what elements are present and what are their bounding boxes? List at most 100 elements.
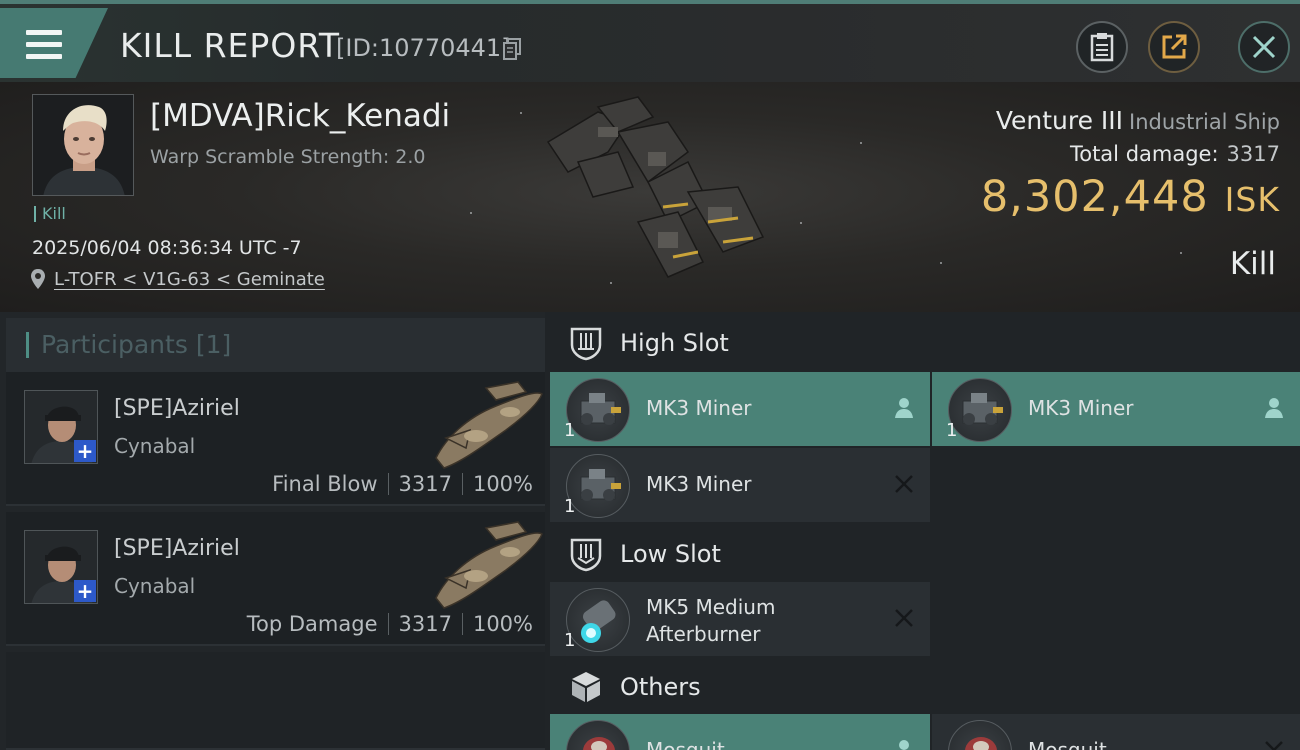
drone-icon <box>948 720 1012 750</box>
warp-scramble-strength: Warp Scramble Strength: 2.0 <box>150 146 426 168</box>
participant-stats: Top Damage 3317 100% <box>247 612 533 636</box>
kill-tag: Kill <box>34 206 66 222</box>
participants-panel: Participants [1] + [SPE]Aziriel Cynabal <box>0 312 545 750</box>
afterburner-icon <box>566 588 630 652</box>
module-quantity: 1 <box>564 630 576 651</box>
kill-timestamp: 2025/06/04 08:36:34 UTC -7 <box>32 237 302 259</box>
person-icon <box>895 398 913 418</box>
share-icon <box>1162 34 1187 59</box>
drone-icon <box>566 720 630 750</box>
isk-amount: 8,302,448 <box>980 172 1209 222</box>
person-icon <box>899 740 909 750</box>
participant-role: Top Damage <box>246 612 378 636</box>
module-name: Mosquit <box>646 738 725 750</box>
page-title: KILL REPORT <box>120 26 340 65</box>
menu-icon[interactable] <box>26 30 62 60</box>
total-damage-label: Total damage: <box>1069 142 1219 166</box>
participant-name[interactable]: [SPE]Aziriel <box>114 536 240 561</box>
participant-stats: Final Blow 3317 100% <box>272 472 533 496</box>
high-slot-icon <box>570 327 602 361</box>
others-header: Others <box>550 657 1300 717</box>
module-name: MK3 Miner <box>646 472 752 496</box>
victim-panel: [MDVA]Rick_Kenadi Warp Scramble Strength… <box>0 82 1300 312</box>
report-id: [ID:10770441] <box>336 34 511 62</box>
miner-icon <box>566 378 630 442</box>
module-item[interactable]: 1 MK5 Medium Afterburner <box>550 582 930 656</box>
close-icon <box>1252 35 1276 59</box>
location-pin-icon <box>31 269 45 289</box>
victim-ship: Venture III Industrial Ship <box>996 106 1280 135</box>
destroyed-x-icon <box>1265 741 1283 750</box>
menu-tab[interactable] <box>0 8 108 78</box>
clipboard-button[interactable] <box>1076 21 1128 73</box>
participant-list-empty-area <box>6 652 545 750</box>
participants-count: [1] <box>195 330 232 359</box>
module-quantity: 1 <box>946 420 958 441</box>
others-label: Others <box>620 673 701 701</box>
fitting-slots-panel: High Slot 1 MK3 Miner 1 MK3 Miner 1 MK3 … <box>545 312 1300 750</box>
plus-badge-icon: + <box>74 580 96 602</box>
location-link[interactable]: L-TOFR < V1G-63 < Geminate <box>30 268 325 290</box>
participant-name[interactable]: [SPE]Aziriel <box>114 396 240 421</box>
plus-badge-icon: + <box>74 440 96 462</box>
copy-icon[interactable] <box>503 38 521 60</box>
location-text[interactable]: L-TOFR < V1G-63 < Geminate <box>54 269 325 290</box>
divider <box>387 613 389 635</box>
cynabal-ship-image <box>435 381 543 469</box>
module-item[interactable]: 1 MK3 Miner <box>550 372 930 446</box>
participants-header: Participants [1] <box>6 318 545 374</box>
module-name: MK3 Miner <box>646 396 752 420</box>
module-quantity: 1 <box>564 420 576 441</box>
module-name: MK3 Miner <box>1028 396 1134 420</box>
participant-row[interactable]: + [SPE]Aziriel Cynabal Final Blow 3317 1… <box>6 372 545 506</box>
isk-unit: ISK <box>1224 180 1280 219</box>
participant-row[interactable]: + [SPE]Aziriel Cynabal Top Damage 3317 1… <box>6 512 545 646</box>
participants-title: Participants [1] <box>26 332 231 358</box>
participant-damage: 3317 <box>398 472 452 496</box>
kill-result: Kill <box>1229 246 1276 282</box>
total-damage: Total damage: 3317 <box>1070 142 1280 166</box>
divider <box>461 613 463 635</box>
header-bar: KILL REPORT [ID:10770441] <box>0 0 1300 82</box>
module-item[interactable]: Mosquit <box>550 714 930 750</box>
high-slot-header: High Slot <box>550 313 1300 373</box>
low-slot-label: Low Slot <box>620 540 721 568</box>
participant-percent: 100% <box>472 472 533 496</box>
module-item[interactable]: 1 MK3 Miner <box>932 372 1300 446</box>
participant-ship: Cynabal <box>114 434 196 458</box>
clipboard-icon <box>1090 33 1114 62</box>
cube-icon <box>572 672 600 702</box>
module-name: Mosquit <box>1028 738 1107 750</box>
miner-icon <box>948 378 1012 442</box>
low-slot-header: Low Slot <box>550 524 1300 584</box>
module-item[interactable]: Mosquit <box>932 714 1300 750</box>
divider <box>387 473 389 495</box>
destroyed-x-icon <box>895 609 913 627</box>
participant-role: Final Blow <box>272 472 378 496</box>
divider <box>461 473 463 495</box>
destroyed-x-icon <box>895 475 913 493</box>
module-quantity: 1 <box>564 496 576 517</box>
participant-percent: 100% <box>472 612 533 636</box>
person-icon <box>1265 398 1283 418</box>
cynabal-ship-image <box>435 521 543 609</box>
low-slot-icon <box>570 538 602 572</box>
victim-name[interactable]: [MDVA]Rick_Kenadi <box>150 98 450 134</box>
high-slot-label: High Slot <box>620 329 729 357</box>
ship-class: Industrial Ship <box>1129 110 1280 134</box>
ship-name: Venture III <box>995 106 1124 135</box>
share-button[interactable] <box>1148 21 1200 73</box>
miner-icon <box>566 454 630 518</box>
module-name-line1: MK5 Medium <box>646 595 776 619</box>
venture-ship-image <box>546 96 765 278</box>
module-name: MK5 Medium Afterburner <box>646 594 775 648</box>
close-button[interactable] <box>1238 21 1290 73</box>
participant-damage: 3317 <box>398 612 452 636</box>
module-name-line2: Afterburner <box>646 622 761 646</box>
participant-ship: Cynabal <box>114 574 196 598</box>
participants-label: Participants <box>41 330 188 359</box>
victim-avatar[interactable] <box>32 94 134 196</box>
isk-value: 8,302,448 ISK <box>981 172 1280 222</box>
module-item[interactable]: 1 MK3 Miner <box>550 448 930 522</box>
total-damage-value: 3317 <box>1226 142 1280 166</box>
